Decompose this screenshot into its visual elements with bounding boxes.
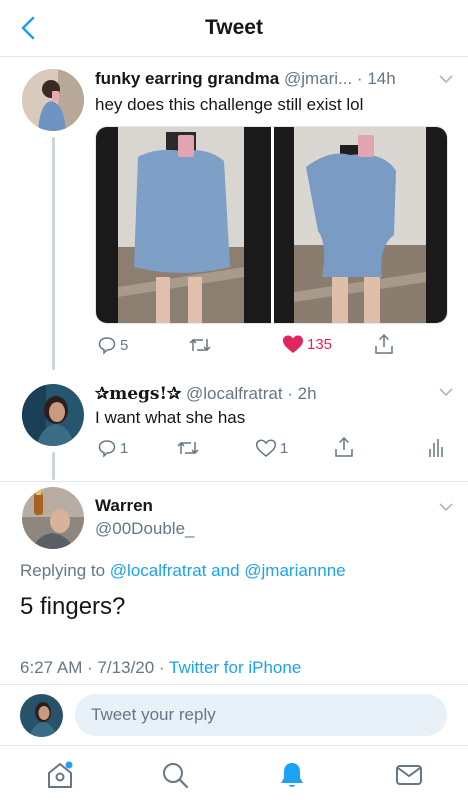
retweet-icon xyxy=(189,338,211,352)
reply-action[interactable]: 1 xyxy=(97,438,128,458)
heart-icon xyxy=(255,439,277,457)
like-action[interactable]: 1 xyxy=(255,438,288,458)
replying-to: Replying to @localfratrat and @jmariannn… xyxy=(20,561,346,581)
chevron-down-icon[interactable] xyxy=(439,75,453,84)
mention-link[interactable]: @localfratrat xyxy=(110,561,207,580)
tweet-source[interactable]: Twitter for iPhone xyxy=(169,658,301,677)
avatar xyxy=(20,694,63,737)
thread-line xyxy=(52,137,55,370)
share-action[interactable] xyxy=(374,333,394,355)
display-name[interactable]: Warren xyxy=(95,496,153,516)
reply-icon xyxy=(98,337,116,355)
retweet-action[interactable] xyxy=(188,335,212,355)
reply-count: 5 xyxy=(120,336,129,354)
handle-time: @localfratrat · 2h xyxy=(185,384,317,403)
timestamp-text: 6:27 AM · 7/13/20 · xyxy=(20,658,165,677)
tab-bar xyxy=(0,746,468,800)
tweet-text: 5 fingers? xyxy=(20,593,126,620)
display-name[interactable]: ✰megs!✰ xyxy=(95,384,181,404)
share-icon xyxy=(375,333,393,354)
reply-action[interactable]: 5 xyxy=(97,335,128,355)
avatar[interactable] xyxy=(22,384,84,446)
analytics-action[interactable] xyxy=(428,438,444,458)
chevron-down-icon[interactable] xyxy=(439,388,453,397)
like-count: 1 xyxy=(280,439,289,457)
share-icon xyxy=(335,436,353,457)
heart-filled-icon xyxy=(283,335,303,353)
replying-prefix: Replying to xyxy=(20,561,106,580)
handle-time: @jmari... · 14h xyxy=(283,69,396,88)
reply-icon xyxy=(98,440,116,458)
search-icon[interactable] xyxy=(160,760,190,790)
retweet-icon xyxy=(177,441,199,455)
photo-right[interactable] xyxy=(274,127,447,323)
messages-icon[interactable] xyxy=(394,760,424,790)
tweet-timestamp: 6:27 AM · 7/13/20 · Twitter for iPhone xyxy=(20,658,301,678)
avatar[interactable] xyxy=(22,69,84,131)
mention-link[interactable]: @jmariannne xyxy=(244,561,345,580)
avatar[interactable] xyxy=(22,487,84,549)
photo-left[interactable] xyxy=(96,127,271,323)
like-action[interactable]: 135 xyxy=(282,334,332,354)
home-icon[interactable] xyxy=(45,760,75,790)
tweet-text: hey does this challenge still exist lol xyxy=(95,95,364,114)
handle[interactable]: @00Double_ xyxy=(95,519,195,539)
tweet-header: funky earring grandma @jmari... · 14h xyxy=(95,69,396,89)
display-name[interactable]: funky earring grandma xyxy=(95,69,279,88)
reply-input[interactable] xyxy=(75,694,447,736)
page-title: Tweet xyxy=(205,16,263,39)
top-bar: Tweet xyxy=(0,0,468,57)
retweet-action[interactable] xyxy=(176,438,200,458)
reply-count: 1 xyxy=(120,439,129,457)
tweet-header: ✰megs!✰ @localfratrat · 2h xyxy=(95,384,317,404)
analytics-icon xyxy=(429,439,443,457)
replying-and: and xyxy=(211,561,240,580)
notifications-icon[interactable] xyxy=(277,760,307,790)
like-count: 135 xyxy=(307,335,333,353)
share-action[interactable] xyxy=(334,436,354,458)
chevron-down-icon[interactable] xyxy=(439,503,453,512)
reply-bar xyxy=(0,684,468,746)
divider xyxy=(0,481,468,482)
tweet-media[interactable] xyxy=(95,126,448,324)
thread-line xyxy=(52,452,55,480)
tweet-text: I want what she has xyxy=(95,408,246,427)
